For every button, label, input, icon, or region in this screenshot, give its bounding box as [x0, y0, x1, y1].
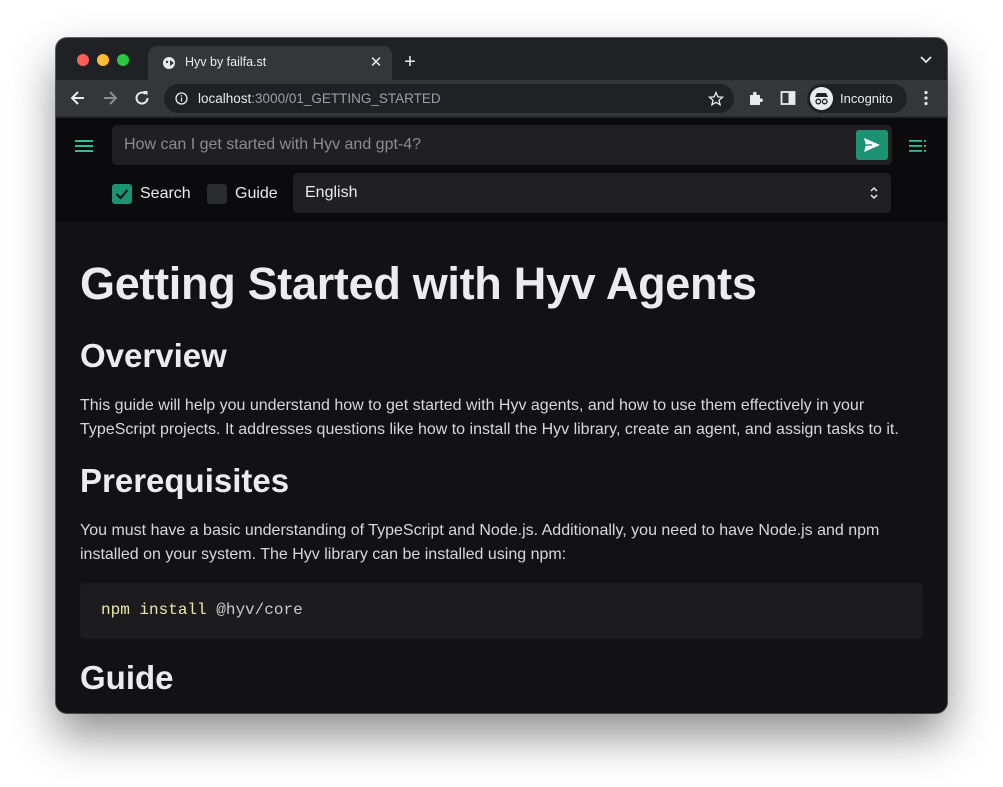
- browser-tab[interactable]: Hyv by failfa.st ✕: [148, 46, 392, 80]
- search-option[interactable]: Search: [112, 183, 191, 205]
- code-token: install: [139, 601, 207, 619]
- language-select[interactable]: English: [293, 173, 891, 213]
- tab-search-chevron-icon[interactable]: [919, 54, 933, 66]
- guide-option[interactable]: Guide: [207, 183, 278, 205]
- guide-checkbox[interactable]: [207, 184, 227, 204]
- forward-arrow-icon[interactable]: [100, 88, 120, 108]
- prerequisites-heading: Prerequisites: [80, 462, 290, 499]
- browser-window: Hyv by failfa.st ✕ + localhost:3000/01_G…: [56, 38, 947, 713]
- code-token: npm: [101, 601, 130, 619]
- table-of-contents-icon[interactable]: [908, 139, 928, 153]
- select-chevron-icon: [870, 186, 878, 200]
- overview-heading: Overview: [80, 337, 227, 374]
- guide-heading: Guide: [80, 659, 174, 696]
- overview-paragraph: This guide will help you understand how …: [80, 397, 899, 438]
- incognito-label: Incognito: [840, 91, 893, 106]
- address-bar[interactable]: localhost:3000/01_GETTING_STARTED: [164, 84, 734, 113]
- back-arrow-icon[interactable]: [68, 88, 88, 108]
- ask-box: [112, 125, 892, 165]
- url-host: localhost: [198, 91, 252, 106]
- maximize-window-button[interactable]: [117, 54, 129, 66]
- hyv-favicon-icon: [163, 57, 175, 69]
- ask-input[interactable]: [112, 125, 847, 165]
- browser-toolbar: localhost:3000/01_GETTING_STARTED Incogn…: [56, 80, 947, 117]
- site-info-icon[interactable]: [175, 92, 188, 105]
- hamburger-menu-icon[interactable]: [74, 138, 94, 154]
- tab-strip: Hyv by failfa.st ✕ +: [56, 38, 947, 80]
- extensions-puzzle-icon[interactable]: [746, 88, 766, 108]
- reload-icon[interactable]: [132, 88, 152, 108]
- new-tab-icon[interactable]: +: [400, 52, 420, 72]
- url-text: localhost:3000/01_GETTING_STARTED: [198, 91, 441, 106]
- close-window-button[interactable]: [77, 54, 89, 66]
- side-panel-icon[interactable]: [778, 88, 798, 108]
- doc-content: Getting Started with Hyv Agents Overview…: [56, 222, 947, 713]
- code-block: npm install @hyv/core: [80, 583, 923, 639]
- check-icon: [115, 189, 129, 200]
- bookmark-star-icon[interactable]: [708, 91, 724, 107]
- minimize-window-button[interactable]: [97, 54, 109, 66]
- page-title: Getting Started with Hyv Agents: [80, 258, 757, 309]
- incognito-icon: [810, 87, 833, 110]
- language-value: English: [305, 184, 358, 201]
- url-path: :3000/01_GETTING_STARTED: [251, 91, 441, 106]
- search-option-label: Search: [140, 185, 191, 202]
- tab-close-icon[interactable]: ✕: [368, 55, 384, 71]
- app-header: Search Guide English: [56, 118, 947, 222]
- browser-menu-icon[interactable]: [916, 88, 936, 108]
- incognito-profile-button[interactable]: Incognito: [807, 84, 907, 113]
- search-checkbox[interactable]: [112, 184, 132, 204]
- prerequisites-paragraph: You must have a basic understanding of T…: [80, 522, 880, 563]
- send-button[interactable]: [856, 130, 888, 160]
- tab-title: Hyv by failfa.st: [185, 55, 267, 69]
- code-token: @hyv/core: [216, 601, 303, 619]
- send-icon: [864, 138, 880, 152]
- guide-option-label: Guide: [235, 185, 278, 202]
